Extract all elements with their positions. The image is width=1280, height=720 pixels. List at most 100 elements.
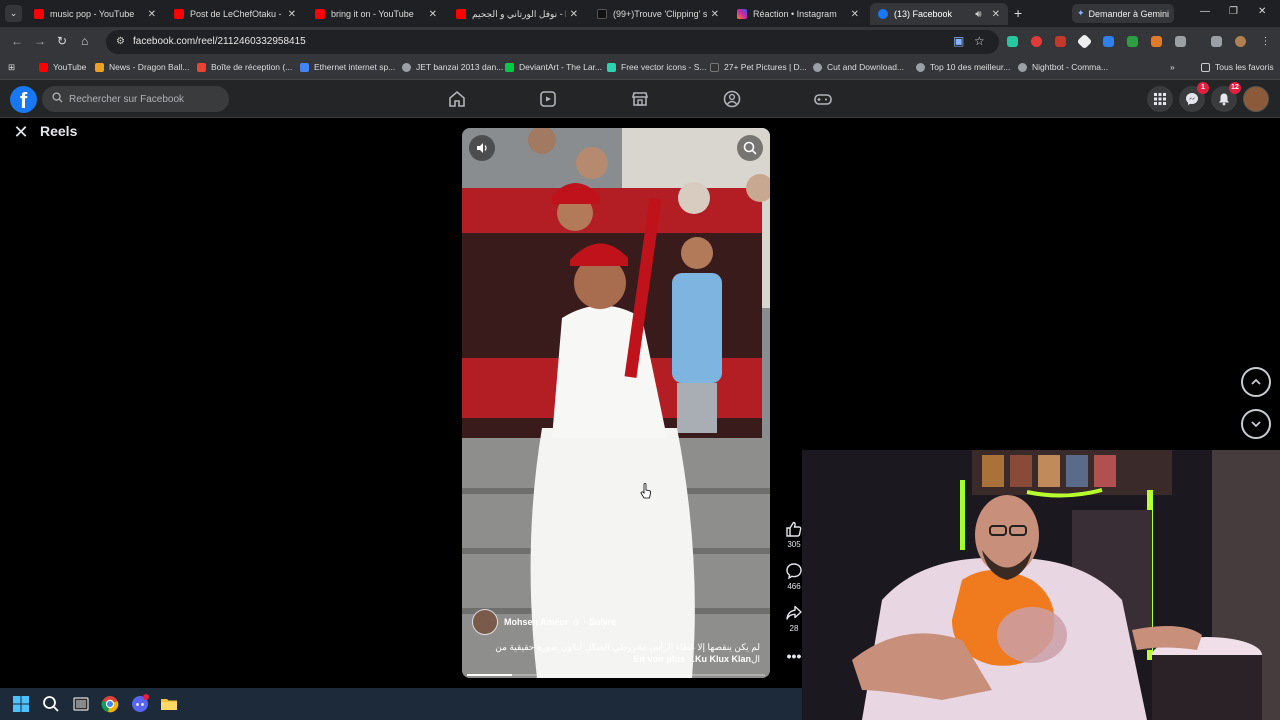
tab-bring-it-on[interactable]: bring it on - YouTube ✕ [307,3,445,25]
comment-icon [786,563,802,580]
video-progress-bar[interactable] [467,674,765,676]
volume-button[interactable] [469,135,495,161]
tab-search-button[interactable]: ⌄ [5,5,22,22]
tab-facebook[interactable]: (13) Facebook 🔊︎ ✕ [870,3,1008,25]
groups-icon[interactable] [722,89,742,109]
cast-icon[interactable]: ▣ [953,34,964,48]
close-icon[interactable]: ✕ [148,9,156,20]
reel-video[interactable]: Mohsen Ameur ⊙ · Suivre لم يكن ينقصها إل… [462,128,770,678]
forward-icon[interactable]: → [34,34,46,48]
bookmark-label: YouTube [53,62,87,72]
bookmark-ethernet[interactable]: Ethernet internet sp... [300,62,395,72]
tab-tiktok[interactable]: (99+)Trouve 'Clipping' sur ✕ [589,3,727,25]
folder-icon [1201,62,1210,72]
close-icon[interactable]: ✕ [429,9,437,20]
bookmark-dragon-ball[interactable]: News - Dragon Ball... [95,62,189,72]
author-name[interactable]: Mohsen Ameur [504,617,569,627]
search-button[interactable] [737,135,763,161]
all-bookmarks-folder[interactable]: Tous les favoris [1201,62,1274,72]
next-reel-button[interactable] [1241,409,1271,439]
windows-start-icon[interactable] [11,694,31,714]
extension-icon[interactable] [1103,36,1114,47]
marketplace-icon[interactable] [630,89,650,109]
discord-icon[interactable] [130,694,150,714]
share-icon [786,605,802,620]
home-icon[interactable] [447,89,467,109]
tab-instagram[interactable]: Réaction • Instagram ✕ [729,3,867,25]
close-icon[interactable]: ✕ [992,9,1000,20]
bookmark-pet-pictures[interactable]: 27+ Pet Pictures | D... [710,62,807,72]
apps-icon[interactable]: ⊞ [8,62,15,73]
tab-title: (13) Facebook [894,9,953,19]
messenger-badge: 1 [1197,82,1209,94]
bookmark-youtube[interactable]: YouTube [39,62,86,72]
comment-count: 466 [787,582,801,591]
extension-icon[interactable] [1151,36,1162,47]
chevron-up-icon [1251,378,1261,385]
facebook-logo[interactable]: f [10,86,37,113]
reading-list-icon[interactable] [1211,36,1222,47]
close-icon[interactable]: ✕ [851,9,859,20]
speaker-icon[interactable]: 🔊︎ [975,9,981,20]
messenger-button[interactable]: 1 [1179,82,1209,112]
youtube-icon [174,9,184,19]
webcam-feed [802,450,1280,720]
follow-link[interactable]: · Suivre [583,617,616,627]
back-icon[interactable]: ← [11,34,23,48]
extensions-puzzle-icon[interactable] [1175,36,1186,47]
gaming-icon[interactable] [813,89,833,109]
extension-icon[interactable] [1055,36,1066,47]
share-count: 28 [789,624,799,633]
extension-icon[interactable] [1127,36,1138,47]
previous-reel-button[interactable] [1241,367,1271,397]
tab-music-pop[interactable]: music pop - YouTube ✕ [26,3,164,25]
tab-youtube-arabic[interactable]: نوفل الورتاني و الجحيم - be ✕ [448,3,586,25]
bookmark-cut-download[interactable]: Cut and Download... [813,62,904,72]
protest-video-frame [462,128,770,678]
task-view-icon[interactable] [71,694,91,714]
minimize-button[interactable]: — [1200,6,1210,17]
extension-icon[interactable] [1031,36,1042,47]
see-more-link[interactable]: En voir plus ...Ku Klux Klan [633,654,751,664]
bookmark-jet-banzai[interactable]: JET banzai 2013 dan... [402,62,503,72]
author-avatar[interactable] [472,609,498,635]
more-bookmarks-icon[interactable]: » [1170,62,1175,72]
home-icon[interactable]: ⌂ [81,34,88,48]
search-icon[interactable] [41,694,61,714]
tab-lechefotaku[interactable]: Post de LeChefOtaku - Yo ✕ [166,3,304,25]
reel-author[interactable]: Mohsen Ameur ⊙ · Suivre [472,609,616,635]
extension-icon[interactable] [1007,36,1018,47]
chrome-icon[interactable] [100,694,120,714]
video-icon[interactable] [538,89,558,109]
chrome-menu-icon[interactable]: ⋮ [1260,36,1271,47]
windows-icon [300,62,309,72]
close-window-button[interactable]: ✕ [1258,6,1266,17]
ask-gemini-button[interactable]: ✦ Demander à Gemini [1072,4,1174,23]
menu-grid-button[interactable] [1147,86,1173,112]
account-avatar[interactable] [1243,86,1269,112]
reload-icon[interactable]: ↻ [57,34,67,48]
vector-icon [607,62,616,72]
notifications-button[interactable]: 12 [1211,82,1241,112]
bookmark-top-10[interactable]: Top 10 des meilleur... [916,62,1010,72]
speaker-icon [477,143,487,153]
facebook-search[interactable] [42,86,229,112]
file-explorer-icon[interactable] [159,694,179,714]
bookmark-label: News - Dragon Ball... [109,62,190,72]
streamer-webcam [802,450,1280,720]
bookmark-nightbot[interactable]: Nightbot - Comma... [1018,62,1108,72]
site-info-icon[interactable]: ⚙ [116,30,125,54]
close-icon[interactable]: ✕ [570,9,578,20]
bookmark-star-icon[interactable]: ☆ [974,34,985,48]
close-reels-button[interactable]: ✕ [11,122,31,142]
bookmark-deviantart[interactable]: DeviantArt - The Lar... [505,62,602,72]
bookmark-gmail[interactable]: Boîte de réception (... [197,62,292,72]
bookmark-vector-icons[interactable]: Free vector icons - S... [607,62,707,72]
close-icon[interactable]: ✕ [711,9,719,20]
address-bar[interactable]: ⚙ facebook.com/reel/2112460332958415 [106,30,999,54]
restore-button[interactable]: ❐ [1229,6,1238,17]
search-input[interactable] [69,93,219,105]
close-icon[interactable]: ✕ [288,9,296,20]
new-tab-button[interactable]: + [1014,5,1022,21]
profile-avatar[interactable] [1235,36,1246,47]
